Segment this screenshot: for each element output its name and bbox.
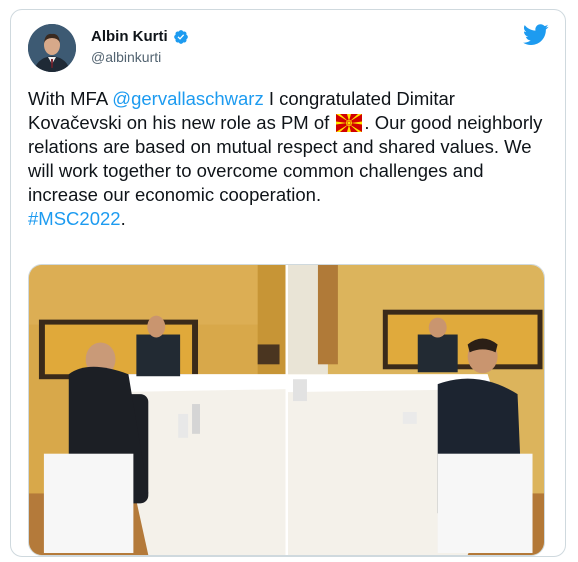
meeting-photo-right[interactable] (287, 265, 544, 555)
media-grid (28, 264, 545, 556)
tweet-text: With MFA @gervallaschwarz I congratulate… (28, 87, 548, 231)
author-name[interactable]: Albin Kurti (91, 28, 168, 45)
tweet-card: Albin Kurti @albinkurti With MFA @gerval… (10, 9, 566, 557)
meeting-photo-left[interactable] (29, 265, 286, 555)
verified-badge-icon (173, 29, 188, 44)
tweet-text-part: With MFA (28, 88, 113, 109)
author-handle[interactable]: @albinkurti (91, 49, 161, 65)
author-name-row[interactable]: Albin Kurti (91, 28, 189, 45)
mention-link[interactable]: @gervallaschwarz (112, 88, 263, 109)
avatar[interactable] (28, 24, 76, 72)
hashtag-link[interactable]: #MSC2022 (28, 208, 121, 229)
tweet-text-part: . (120, 208, 126, 229)
north-macedonia-flag-emoji (336, 114, 363, 132)
twitter-bird-icon[interactable] (523, 24, 549, 46)
